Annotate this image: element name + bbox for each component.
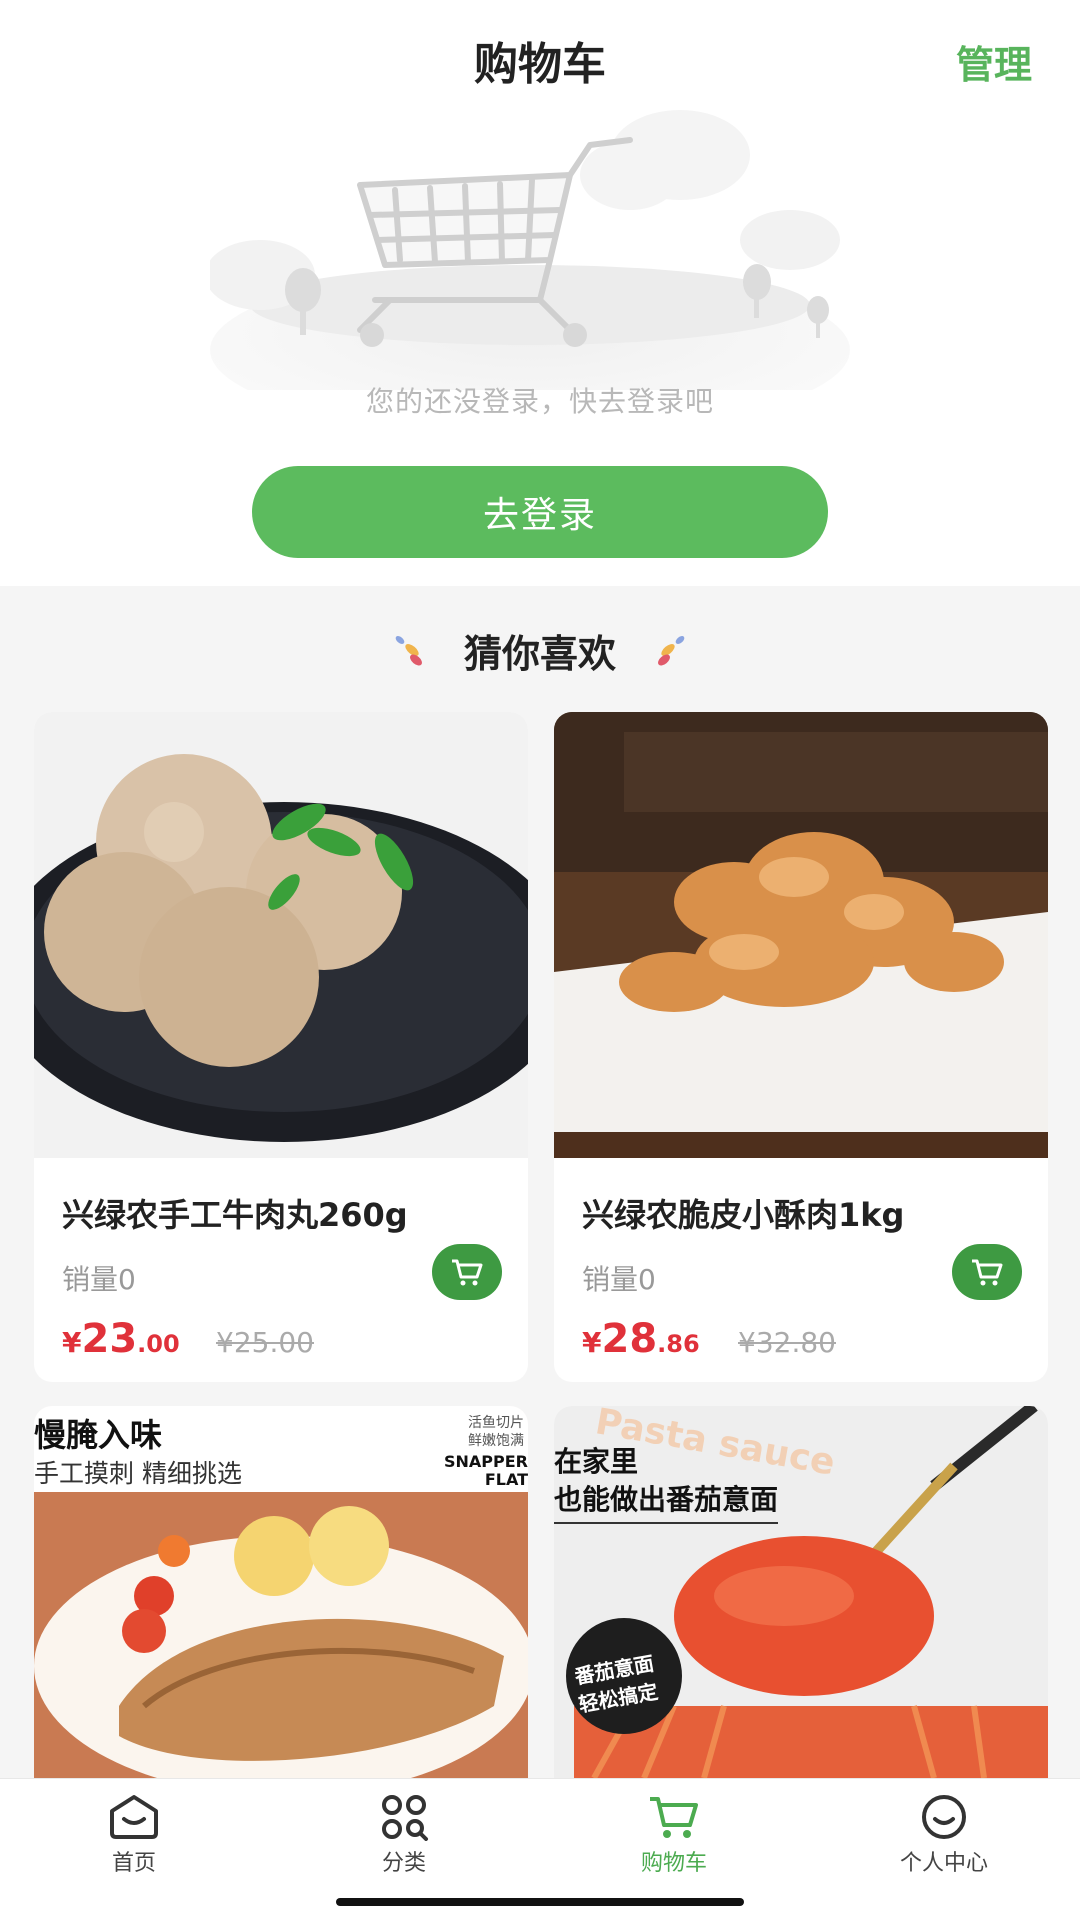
cart-icon — [972, 1259, 1003, 1286]
product-image-crispy-pork — [554, 712, 1048, 1158]
tab-cart[interactable]: 购物车 — [604, 1793, 744, 1889]
cart-icon — [452, 1259, 483, 1286]
product-sales: 销量0 — [62, 1263, 136, 1296]
product-price: ¥23.00 — [62, 1316, 180, 1362]
promo-tag-en1: SNAPPER — [444, 1452, 528, 1471]
page-title: 购物车 — [474, 39, 606, 90]
product-price: ¥28.86 — [582, 1316, 700, 1362]
sparkle-right-icon — [658, 636, 685, 666]
manage-button[interactable]: 管理 — [956, 34, 1032, 89]
tab-home[interactable]: 首页 — [64, 1793, 204, 1889]
product-original-price: ¥32.80 — [738, 1326, 836, 1359]
product-card[interactable]: 兴绿农脆皮小酥肉1kg 销量0 ¥28.86 ¥32.80 — [554, 712, 1048, 1382]
promo-tag-2: 鲜嫩饱满 — [468, 1433, 524, 1449]
not-logged-in-message: 您的还没登录，快去登录吧 — [365, 385, 714, 418]
home-icon — [110, 1795, 158, 1839]
promo-tag-1: 活鱼切片 — [468, 1415, 524, 1431]
product-sales: 销量0 — [582, 1263, 656, 1296]
product-name: 兴绿农脆皮小酥肉1kg — [582, 1196, 905, 1234]
product-card[interactable]: 兴绿农手工牛肉丸260g 销量0 ¥23.00 ¥25.00 — [34, 712, 528, 1382]
promo-headline-1: 在家里 — [554, 1445, 639, 1478]
sparkle-left-icon — [395, 636, 422, 666]
product-name: 兴绿农手工牛肉丸260g — [62, 1196, 408, 1234]
product-card[interactable]: Pasta sauce 在家里 也能做出番茄意面 番茄意面 轻松搞定 — [554, 1406, 1048, 1778]
recommend-title: 猜你喜欢 — [463, 631, 616, 676]
login-button[interactable]: 去登录 — [252, 466, 828, 558]
product-card[interactable]: 慢腌入味 手工摸刺 精细挑选 活鱼切片 鲜嫩饱满 SNAPPER FLAT — [34, 1406, 528, 1778]
promo-subline: 手工摸刺 精细挑选 — [34, 1459, 242, 1488]
cart-icon — [650, 1797, 698, 1838]
product-image-beef-balls — [34, 712, 528, 1158]
profile-icon — [922, 1795, 966, 1839]
category-icon — [382, 1795, 428, 1841]
empty-cart-illustration — [210, 110, 850, 390]
promo-headline-2: 也能做出番茄意面 — [554, 1478, 779, 1524]
cart-header-area: 购物车 管理 您的还没登录，快去登录吧 去登录 — [0, 0, 1080, 586]
promo-tag-en2: FLAT — [484, 1470, 528, 1489]
home-indicator — [336, 1898, 744, 1906]
add-to-cart-button[interactable] — [432, 1244, 502, 1300]
promo-headline: 慢腌入味 — [34, 1416, 163, 1454]
product-original-price: ¥25.00 — [216, 1326, 314, 1359]
tab-profile[interactable]: 个人中心 — [874, 1793, 1014, 1889]
add-to-cart-button[interactable] — [952, 1244, 1022, 1300]
tab-category[interactable]: 分类 — [334, 1793, 474, 1889]
recommend-section-header: 猜你喜欢 — [0, 620, 1080, 680]
